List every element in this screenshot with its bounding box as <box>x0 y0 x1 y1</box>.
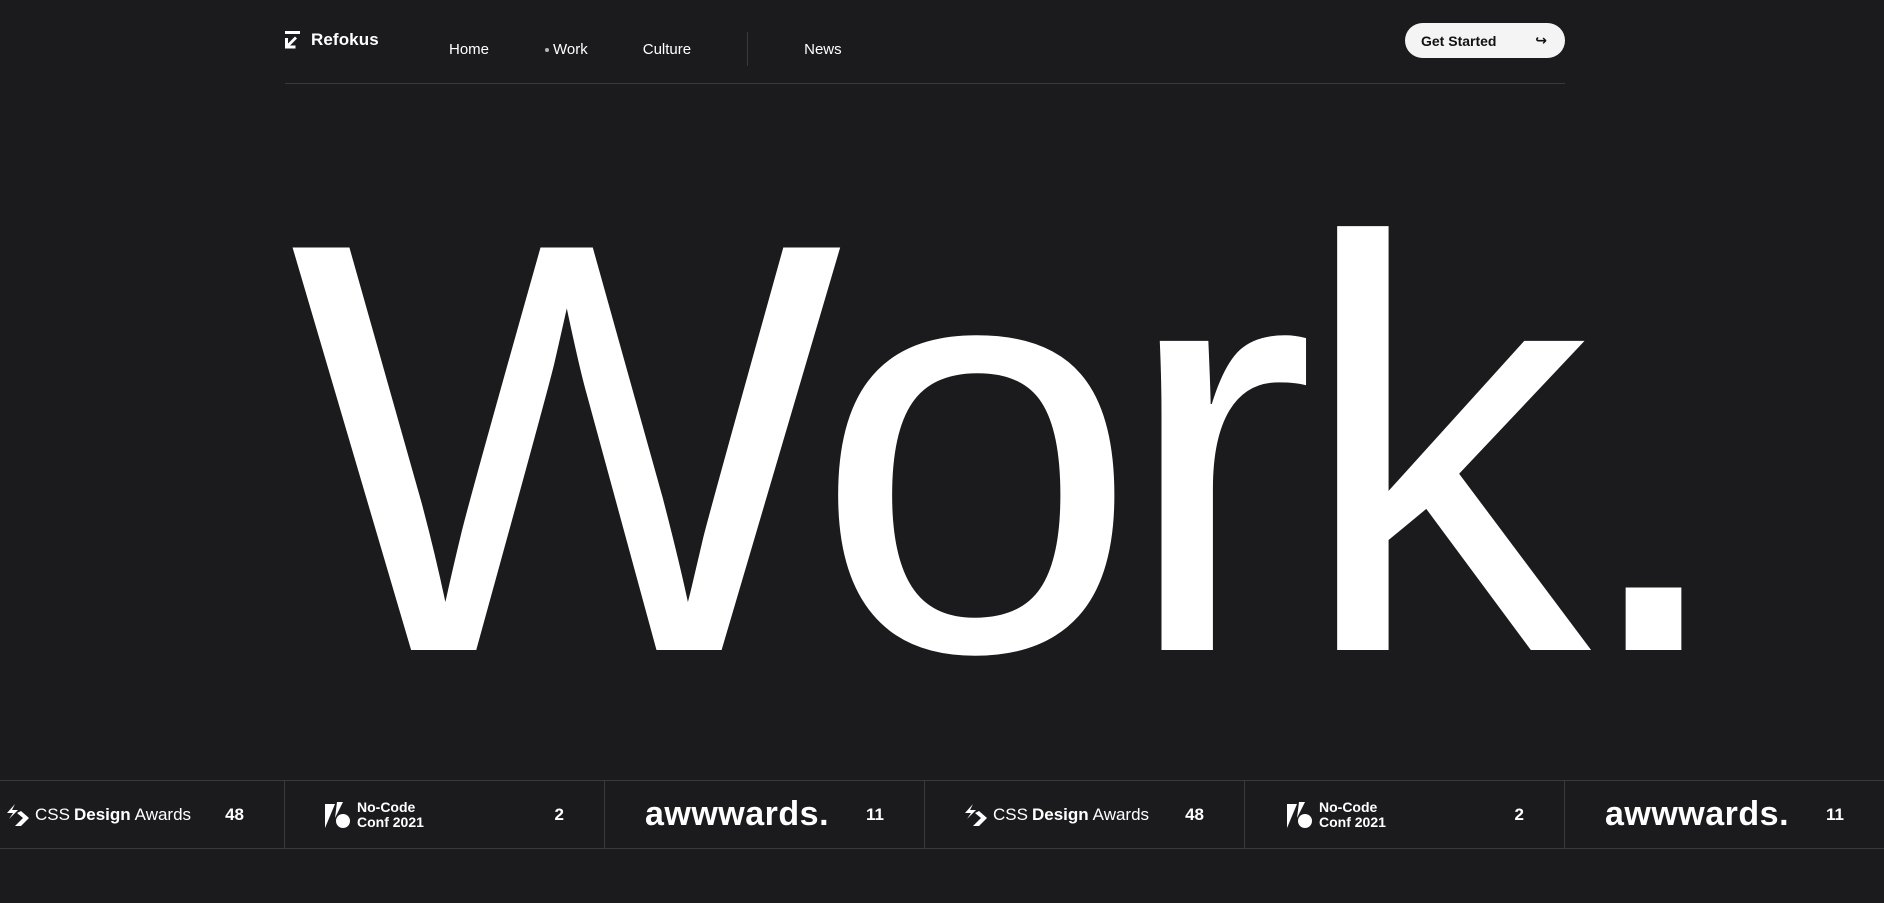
award-org-bold: Design <box>1031 804 1089 824</box>
award-org-line1: No-Code <box>1319 798 1378 815</box>
award-org-line2: Conf 2021 <box>1319 813 1386 830</box>
award-item: No-Code Conf 2021 2 <box>285 781 605 848</box>
nocode-conf-text: No-Code Conf 2021 <box>1319 798 1386 830</box>
awards-strip: CSS Design Awards 48 No-Code Conf 2021 2 aw… <box>0 780 1884 849</box>
active-dot-icon <box>545 47 550 52</box>
brand-name: Refokus <box>311 30 379 49</box>
nav-divider <box>747 32 749 66</box>
nocode-conf-logo: No-Code Conf 2021 <box>1285 798 1386 830</box>
award-item: CSS Design Awards 48 <box>0 781 285 848</box>
award-org-prefix: CSS <box>35 804 70 824</box>
award-count: 2 <box>1514 804 1524 824</box>
nav-work-link[interactable]: Work <box>545 41 588 58</box>
cssdesignawards-logo: CSS Design Awards <box>5 803 191 827</box>
award-item: awwwards. 11 <box>1565 781 1884 848</box>
nocode-conf-icon <box>1287 801 1312 828</box>
cssdesignawards-icon <box>7 803 29 826</box>
nocode-conf-logo: No-Code Conf 2021 <box>323 798 424 830</box>
award-item: CSS Design Awards 48 <box>925 781 1245 848</box>
site-header: Refokus Home Work Culture News Get Start… <box>285 0 1565 84</box>
award-org-bold: Design <box>73 804 131 824</box>
award-item: No-Code Conf 2021 2 <box>1245 781 1565 848</box>
award-item: awwwards. 11 <box>605 781 925 848</box>
award-org-suffix: Awards <box>134 804 192 824</box>
award-org-line2: Conf 2021 <box>357 813 424 830</box>
brand[interactable]: Refokus <box>285 30 379 50</box>
award-count: 48 <box>1185 804 1204 824</box>
award-count: 11 <box>866 804 884 824</box>
nav-home-link[interactable]: Home <box>449 41 489 58</box>
nav-culture-link[interactable]: Culture <box>643 41 691 58</box>
cssdesignawards-logo: CSS Design Awards <box>963 803 1149 827</box>
nocode-conf-icon <box>325 801 350 828</box>
nocode-conf-text: No-Code Conf 2021 <box>357 798 424 830</box>
get-started-label: Get Started <box>1421 32 1497 49</box>
nav-news-link[interactable]: News <box>804 41 842 58</box>
main-nav: Home Work Culture News <box>449 32 842 66</box>
award-count: 48 <box>225 804 244 824</box>
nav-work-label: Work <box>553 41 588 58</box>
award-org-prefix: CSS <box>993 804 1028 824</box>
award-count: 11 <box>1826 804 1844 824</box>
awwwards-logo: awwwards. <box>1605 795 1790 833</box>
arrow-return-icon: ↪ <box>1535 32 1547 48</box>
award-org-suffix: Awards <box>1092 804 1150 824</box>
refokus-logo-icon <box>285 31 300 49</box>
hero-title: Work. <box>290 120 1735 774</box>
cssdesignawards-icon <box>965 803 987 826</box>
award-count: 2 <box>554 804 564 824</box>
award-org-line1: No-Code <box>357 798 416 815</box>
get-started-button[interactable]: Get Started ↪ <box>1405 23 1565 58</box>
awwwards-logo: awwwards. <box>645 795 830 833</box>
